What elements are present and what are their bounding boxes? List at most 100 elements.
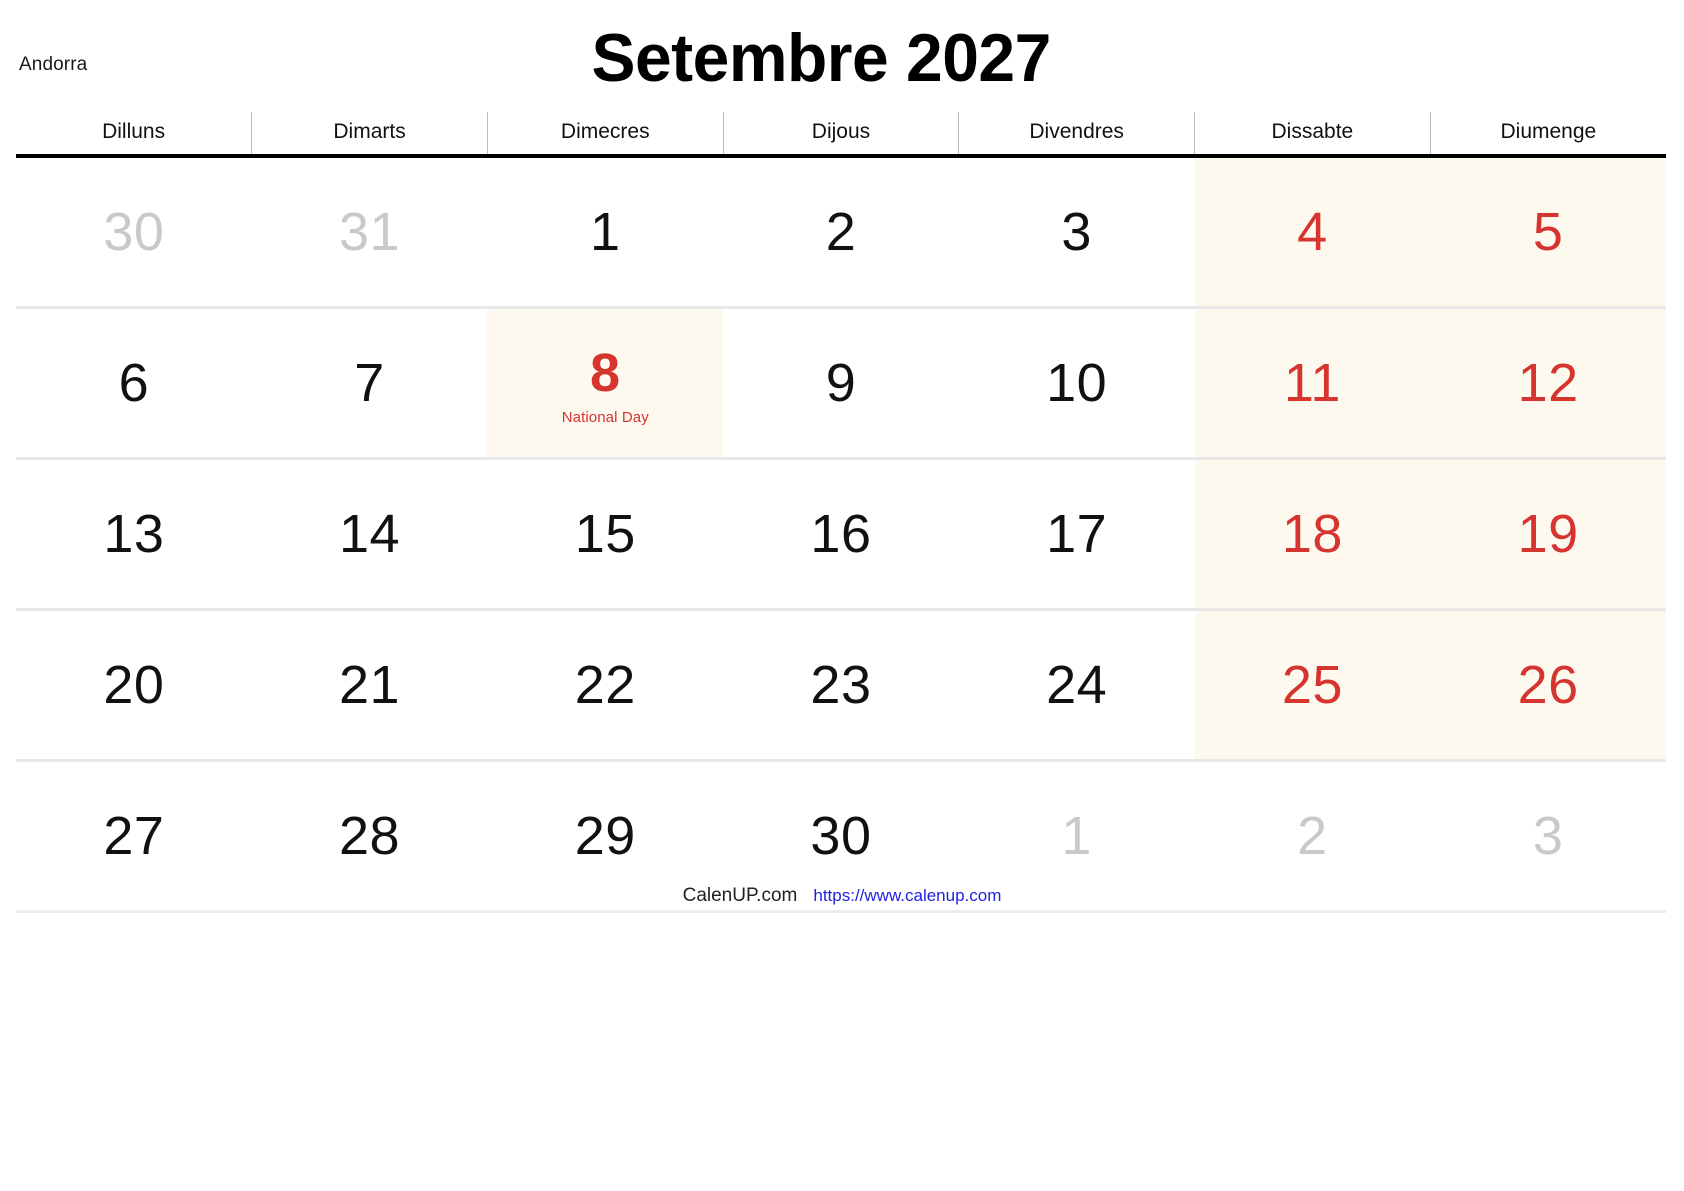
day-cell-content: 2 <box>723 158 959 306</box>
day-cell-content: 1 <box>487 158 723 306</box>
calendar-day-cell[interactable]: 4 <box>1194 156 1431 309</box>
weekday-header-dijous: Dijous <box>722 112 959 158</box>
calendar-day-cell[interactable]: 6 <box>16 307 252 460</box>
day-number: 18 <box>1281 504 1343 564</box>
calendar-week-row: 20 21 22 23 24 25 26 <box>16 609 1666 762</box>
day-cell-content: 5 <box>1430 158 1666 306</box>
calendar-day-cell[interactable]: 2 <box>723 156 959 309</box>
calendar-day-cell[interactable]: 24 <box>958 609 1195 762</box>
page-title-text: Setembre 2027 <box>591 20 1051 96</box>
calendar-day-cell[interactable]: 22 <box>487 609 724 762</box>
calendar-table: Dilluns Dimarts Dimecres Dijous Divendres Dis… <box>16 112 1666 913</box>
day-cell-content: 24 <box>959 611 1195 759</box>
day-cell-content: 11 <box>1195 309 1431 457</box>
day-cell-content: 3 <box>959 158 1195 306</box>
day-cell-content: 25 <box>1195 611 1431 759</box>
calendar-day-cell[interactable]: 31 <box>251 156 488 309</box>
calendar-day-cell[interactable]: 25 <box>1194 609 1431 762</box>
calendar-day-cell[interactable]: 14 <box>251 458 488 611</box>
day-number: 15 <box>574 504 636 564</box>
calendar-body: 30 31 1 2 3 4 5 6 7 8 National Day 9 10 11 12 13 14 15 16 1… <box>16 156 1666 913</box>
day-cell-content: 7 <box>252 309 488 457</box>
calendar-day-cell[interactable]: 21 <box>251 609 488 762</box>
calendar-day-cell[interactable]: 1 <box>487 156 724 309</box>
day-cell-content: 9 <box>723 309 959 457</box>
day-cell-content: 31 <box>252 158 488 306</box>
day-number: 9 <box>825 353 857 413</box>
calendar-day-cell[interactable]: 10 <box>958 307 1195 460</box>
day-number: 20 <box>103 655 165 715</box>
page-title: Setembre 2027 <box>25 22 1658 94</box>
day-number: 11 <box>1283 353 1341 413</box>
day-number: 14 <box>339 504 401 564</box>
weekday-header-diumenge: Diumenge <box>1429 112 1666 158</box>
day-cell-content: 15 <box>487 460 723 608</box>
calendar-day-cell[interactable]: 23 <box>723 609 959 762</box>
weekday-header-dimecres: Dimecres <box>486 112 724 158</box>
day-number: 19 <box>1517 504 1579 564</box>
day-number: 5 <box>1532 202 1564 262</box>
day-number: 3 <box>1061 202 1092 262</box>
calendar-day-cell[interactable]: 19 <box>1430 458 1666 611</box>
page-header: Andorra Setembre 2027 <box>0 0 1684 110</box>
day-number: 1 <box>1061 806 1092 866</box>
day-cell-content: 22 <box>487 611 723 759</box>
day-cell-content: 20 <box>16 611 252 759</box>
day-event-label: National Day <box>561 409 649 426</box>
day-number: 22 <box>574 655 636 715</box>
calendar-week-row: 30 31 1 2 3 4 5 <box>16 156 1666 309</box>
calendar-day-cell[interactable]: 30 <box>16 156 252 309</box>
day-number: 25 <box>1281 655 1343 715</box>
day-cell-content: 10 <box>959 309 1195 457</box>
calendar-day-cell[interactable]: 7 <box>251 307 488 460</box>
calendar-day-cell[interactable]: 26 <box>1430 609 1666 762</box>
calendar-day-cell[interactable]: 11 <box>1194 307 1431 460</box>
day-cell-content: 30 <box>16 158 252 306</box>
day-cell-content: 17 <box>959 460 1195 608</box>
day-number: 12 <box>1517 353 1579 413</box>
calendar-day-cell[interactable]: 15 <box>487 458 724 611</box>
day-cell-content: 12 <box>1430 309 1666 457</box>
calendar-day-cell[interactable]: 3 <box>958 156 1195 309</box>
day-number: 31 <box>339 202 401 262</box>
day-number: 30 <box>103 202 165 262</box>
weekday-header-row: Dilluns Dimarts Dimecres Dijous Divendres Dis… <box>16 112 1666 158</box>
day-number: 8 <box>589 343 621 403</box>
calendar-day-cell[interactable]: 12 <box>1430 307 1666 460</box>
day-cell-content: 21 <box>252 611 488 759</box>
calendar-day-cell[interactable]: 5 <box>1430 156 1666 309</box>
day-number: 29 <box>574 806 636 866</box>
footer-url-link[interactable]: https://www.calenup.com <box>813 886 1001 905</box>
day-cell-content: 23 <box>723 611 959 759</box>
footer: CalenUP.com https://www.calenup.com <box>0 885 1684 907</box>
day-cell-content: 26 <box>1430 611 1666 759</box>
calendar-page: Andorra Setembre 2027 Dilluns Dimarts Dime… <box>0 0 1684 1191</box>
calendar-day-cell[interactable]: 17 <box>958 458 1195 611</box>
day-number: 26 <box>1517 655 1579 715</box>
day-number: 3 <box>1532 806 1564 866</box>
calendar-day-cell[interactable]: 9 <box>723 307 959 460</box>
calendar-day-cell[interactable]: 16 <box>723 458 959 611</box>
day-number: 30 <box>810 806 872 866</box>
calendar-grid-wrapper: Dilluns Dimarts Dimecres Dijous Divendres Dis… <box>16 112 1666 913</box>
day-cell-content: 6 <box>16 309 252 457</box>
day-cell-content: 8 National Day <box>487 309 723 457</box>
day-cell-content: 13 <box>16 460 252 608</box>
footer-brand: CalenUP.com <box>682 885 798 906</box>
day-number: 1 <box>589 202 621 262</box>
day-number: 13 <box>103 504 165 564</box>
day-number: 23 <box>810 655 872 715</box>
day-cell-content: 4 <box>1195 158 1431 306</box>
calendar-day-cell[interactable]: 20 <box>16 609 252 762</box>
calendar-day-cell[interactable]: 13 <box>16 458 252 611</box>
weekday-header-dissabte: Dissabte <box>1194 112 1431 158</box>
calendar-week-row: 13 14 15 16 17 18 19 <box>16 458 1666 611</box>
day-number: 10 <box>1046 353 1108 413</box>
day-number: 21 <box>339 655 401 715</box>
calendar-day-cell[interactable]: 8 National Day <box>487 307 724 460</box>
calendar-day-cell[interactable]: 18 <box>1194 458 1431 611</box>
day-number: 17 <box>1046 504 1108 564</box>
weekday-header-divendres: Divendres <box>958 112 1195 158</box>
day-number: 28 <box>339 806 401 866</box>
day-cell-content: 19 <box>1430 460 1666 608</box>
